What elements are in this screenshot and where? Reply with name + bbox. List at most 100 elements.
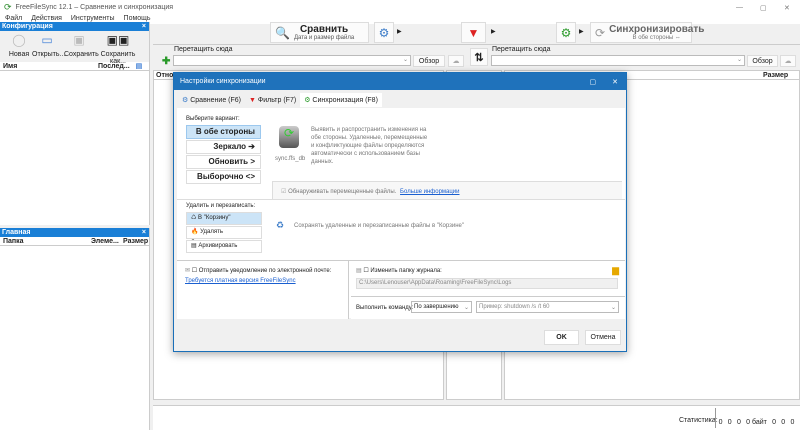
config-close[interactable]: × <box>142 23 146 30</box>
tab-filter-label: Фильтр (F7) <box>257 97 297 104</box>
log-icon: ▤ <box>356 268 362 274</box>
sync-dropdown-arrow[interactable]: ▶ <box>579 28 584 35</box>
swap-sides-button[interactable]: ⇅ <box>470 48 488 66</box>
tab-filter[interactable]: ▼ Фильтр (F7) <box>245 94 300 107</box>
delete-label: Удалить и перезаписать: <box>186 203 256 209</box>
folder-icon[interactable]: ▆ <box>612 265 619 276</box>
database-icon: ⟳ <box>279 126 299 148</box>
new-icon: ◯ <box>12 33 26 47</box>
stat-value: 0 <box>718 419 723 426</box>
log-folder-checkbox[interactable]: ☐ <box>363 268 368 274</box>
right-browse-button[interactable]: Обзор <box>747 55 778 67</box>
save-as-icon: ▣▣ <box>106 33 130 47</box>
filter-dropdown-arrow[interactable]: ▶ <box>491 28 496 35</box>
variant-two-way[interactable]: В обе стороны ⇔ <box>186 125 261 148</box>
stat-value: 0 <box>790 419 795 426</box>
maximize-button[interactable]: ▢ <box>760 4 767 12</box>
menu-file[interactable]: Файл <box>5 15 22 22</box>
recycle-bin-icon: ♻ <box>276 220 285 230</box>
chevron-down-icon: ⌄ <box>463 305 469 311</box>
main-panel-title: Главная <box>2 229 31 236</box>
gear-icon: ⚙ <box>304 97 311 104</box>
stat-value: 0 байт <box>746 419 767 426</box>
log-path-field[interactable]: C:\Users\Lenouser\AppData\Roaming\FreeFi… <box>356 278 618 289</box>
add-folder-pair-icon[interactable]: ✚ <box>162 56 170 67</box>
delete-permanently[interactable]: 🔥 Удалять безвозвратно <box>186 226 262 246</box>
log-section: ▤ ☐ Изменить папку журнала: ▆ C:\Users\L… <box>351 261 625 297</box>
col-size[interactable]: Размер <box>123 238 148 245</box>
command-input[interactable]: Пример: shutdown /s /t 60 ⌄ <box>476 301 619 313</box>
save-as-config-button[interactable]: ▣▣ Сохранить как... <box>96 33 140 65</box>
config-columns: Имя Послед... ▤ <box>0 62 149 71</box>
sync-settings-dialog: Настройки синхронизации ▢ ✕ ⚙ Сравнение (F… <box>173 72 627 352</box>
menu-tools[interactable]: Инструменты <box>71 15 115 22</box>
divider <box>177 199 625 200</box>
tab-comparison[interactable]: ⚙ Сравнение (F6) <box>178 93 245 107</box>
left-folder-input[interactable]: ⌄ <box>173 55 411 66</box>
title-bar: ⟳ FreeFileSync 12.1 – Сравнение и синхро… <box>0 0 800 15</box>
col-folder[interactable]: Папка <box>3 238 91 245</box>
open-icon: ▭ <box>41 33 53 47</box>
window-title: FreeFileSync 12.1 – Сравнение и синхрони… <box>15 4 174 11</box>
left-browse-button[interactable]: Обзор <box>413 55 445 67</box>
variant-mirror[interactable]: Зеркало ➔ <box>186 140 261 154</box>
delete-recycle-bin[interactable]: ♺ В "Корзину" <box>186 212 262 225</box>
menu-actions[interactable]: Действия <box>31 15 62 22</box>
filter-button[interactable]: ▼ <box>461 22 486 43</box>
open-config-button[interactable]: ▭ Открыть... <box>32 33 65 62</box>
new-config-button[interactable]: ◯ Новая <box>8 33 30 62</box>
stats-label: Статистика: <box>679 417 718 424</box>
email-checkbox[interactable]: ☐ <box>192 268 197 274</box>
save-config-button[interactable]: ▣ Сохранить <box>64 33 99 62</box>
compare-label: Сравнить <box>299 24 349 35</box>
config-panel-title: Конфигурация <box>2 23 53 30</box>
save-icon: ▣ <box>73 33 85 47</box>
variant-update[interactable]: Обновить > <box>186 155 261 169</box>
ok-button[interactable]: OK <box>544 330 579 345</box>
stat-value: 0 <box>772 419 777 426</box>
synchronize-button[interactable]: ⟳ Синхронизировать В обе стороны ⇔ <box>590 22 704 43</box>
close-button[interactable]: ✕ <box>784 4 790 12</box>
chevron-down-icon[interactable]: ⌄ <box>737 56 742 63</box>
variant-custom[interactable]: Выборочно <> <box>186 170 261 184</box>
right-folder-input[interactable]: ⌄ <box>491 55 745 66</box>
more-info-link[interactable]: Больше информации <box>400 189 459 195</box>
tab-sync[interactable]: ⚙ Синхронизация (F8) <box>300 93 382 107</box>
app-icon: ⟳ <box>4 2 12 12</box>
flame-icon: 🔥 <box>191 229 201 235</box>
cancel-button[interactable]: Отмена <box>585 330 621 345</box>
dialog-maximize-button[interactable]: ▢ <box>590 79 597 86</box>
dialog-title-bar: Настройки синхронизации ▢ ✕ <box>174 73 626 90</box>
minimize-button[interactable]: — <box>736 4 743 11</box>
menu-help[interactable]: Помощь <box>124 15 151 22</box>
main-close[interactable]: × <box>142 229 146 236</box>
col-items[interactable]: Элеме... <box>91 238 123 245</box>
detect-moved-row: ☑ Обнаруживать перемещенные файлы. Больш… <box>272 181 622 199</box>
chevron-down-icon[interactable]: ⌄ <box>403 56 408 63</box>
bottom-section: ✉ ☐ Отправить уведомление по электронной… <box>177 260 625 319</box>
recycle-icon: ♺ <box>191 215 199 221</box>
col-last[interactable]: Послед... <box>98 63 130 70</box>
compare-settings-button[interactable]: ⚙ <box>374 22 394 43</box>
col-size[interactable]: Размер <box>763 72 788 79</box>
paid-version-link[interactable]: Требуется платная версия FreeFileSync <box>185 278 296 284</box>
versioning-label: Архивировать <box>198 243 238 249</box>
dialog-close-button[interactable]: ✕ <box>612 79 618 86</box>
compare-dropdown-arrow[interactable]: ▶ <box>397 28 402 35</box>
run-when-select[interactable]: По завершению ⌄ <box>411 301 472 313</box>
right-cloud-button[interactable]: ☁ <box>780 55 796 67</box>
new-label: Новая <box>8 51 30 58</box>
config-panel-header: Конфигурация × <box>0 22 149 31</box>
compare-button[interactable]: 🔍 Сравнить Дата и размер файла <box>270 22 369 43</box>
sync-label: Синхронизировать <box>609 24 705 35</box>
col-name[interactable]: Имя <box>3 63 98 70</box>
main-columns: Папка Элеме... Размер <box>0 237 149 246</box>
delete-versioning[interactable]: ▤ Архивировать <box>186 240 262 253</box>
column-settings-icon[interactable]: ▤ <box>136 62 143 70</box>
command-section: Выполнить команду: По завершению ⌄ Пример… <box>351 297 625 319</box>
left-cloud-button[interactable]: ☁ <box>448 55 464 67</box>
sync-settings-button[interactable]: ⚙ <box>556 22 576 43</box>
choose-label: Выберите вариант: <box>186 116 240 122</box>
chevron-down-icon: ⌄ <box>610 305 616 311</box>
detect-moved-checkbox[interactable]: ☑ <box>281 189 286 195</box>
